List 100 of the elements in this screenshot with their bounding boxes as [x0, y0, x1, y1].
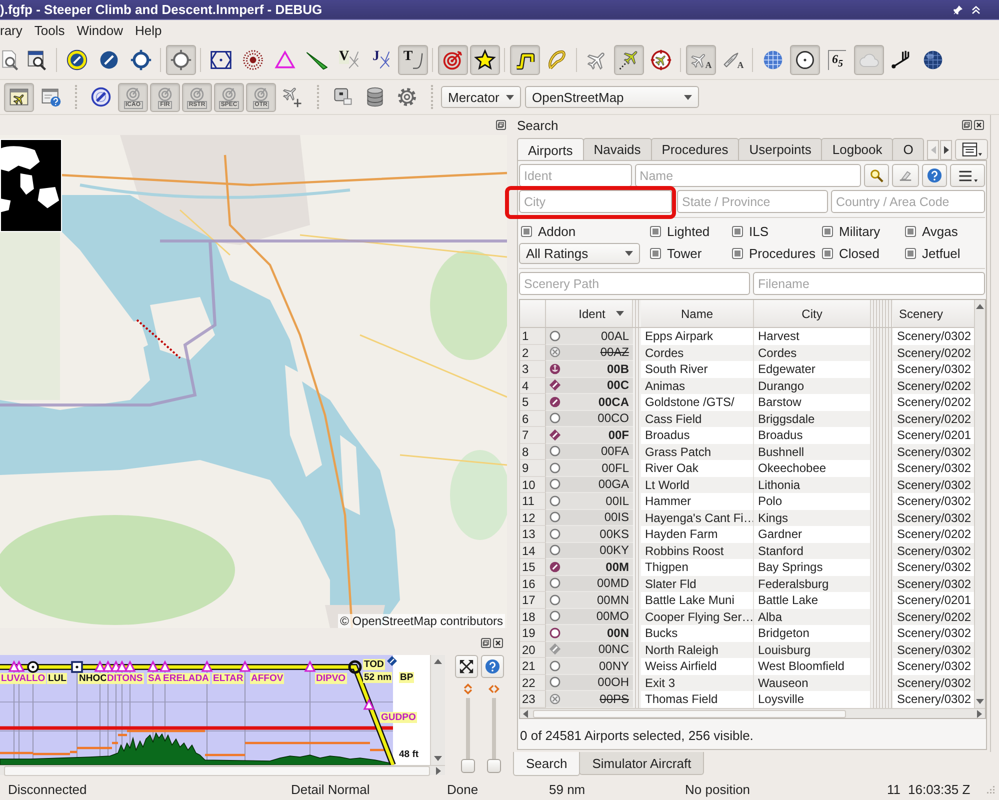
tool-button[interactable] — [864, 164, 889, 187]
column-header[interactable]: Ident — [546, 300, 633, 327]
tab[interactable]: Logbook — [821, 138, 894, 160]
ident-cell[interactable]: 00IS — [546, 510, 633, 526]
table-cell[interactable]: Bushnell — [754, 444, 871, 460]
table-cell[interactable]: Cordes — [754, 344, 871, 361]
column-header[interactable]: Name — [641, 300, 754, 327]
scroll-up-icon[interactable] — [434, 659, 442, 664]
dock-tab[interactable]: Search — [513, 752, 580, 776]
table-cell[interactable]: Lt World — [641, 476, 754, 493]
search-field[interactable]: Name — [634, 164, 861, 187]
ident-cell[interactable]: 00CA — [546, 394, 633, 410]
filter-checkbox[interactable]: Jetfuel — [903, 246, 985, 261]
pin-icon[interactable] — [953, 4, 963, 14]
table-cell[interactable]: Animas — [641, 378, 754, 394]
search-field[interactable]: Ident — [519, 164, 632, 187]
ident-cell[interactable]: 00M — [546, 559, 633, 576]
table-cell[interactable]: Scenery/0302 — [893, 642, 974, 658]
table-cell[interactable]: Durango — [754, 378, 871, 394]
menu-item[interactable]: Window — [70, 23, 129, 38]
close-icon[interactable] — [974, 120, 984, 130]
search-field[interactable]: State / Province — [677, 190, 828, 213]
checkbox[interactable] — [732, 226, 743, 236]
close-icon[interactable] — [493, 638, 503, 648]
search-field[interactable]: Filename — [753, 272, 985, 295]
ident-cell[interactable]: 00CO — [546, 410, 633, 427]
table-cell[interactable]: Louisburg — [754, 642, 871, 658]
filter-checkbox[interactable]: Lighted — [648, 224, 730, 238]
ident-cell[interactable]: 00N — [546, 625, 633, 642]
table-cell[interactable]: Cordes — [641, 344, 754, 361]
table-cell[interactable]: Stanford — [754, 542, 871, 559]
ident-cell[interactable]: 00GA — [546, 476, 633, 493]
ident-cell[interactable]: 00C — [546, 378, 633, 394]
search-field[interactable]: Scenery Path — [519, 272, 750, 295]
table-cell[interactable]: Scenery/0302 — [893, 444, 974, 460]
filter-checkbox[interactable]: Military — [820, 224, 903, 238]
tab-scroll-button[interactable] — [940, 140, 952, 160]
scroll-up-icon[interactable] — [976, 304, 984, 309]
table-cell[interactable]: Alba — [754, 608, 871, 625]
table-cell[interactable]: Wauseon — [754, 674, 871, 691]
ident-cell[interactable]: 00F — [546, 427, 633, 444]
tab[interactable]: Userpoints — [738, 138, 822, 160]
ident-cell[interactable]: 00OH — [546, 674, 633, 691]
ident-cell[interactable]: 00KS — [546, 526, 633, 542]
ident-cell[interactable]: 00B — [546, 361, 633, 378]
table-cell[interactable]: Cass Field — [641, 410, 754, 427]
scroll-left-icon[interactable] — [523, 710, 528, 718]
collapse-icon[interactable] — [971, 4, 981, 14]
column-header[interactable]: Scenery — [893, 300, 974, 327]
table-cell[interactable]: Slater Fld — [641, 576, 754, 592]
ident-cell[interactable]: 00FA — [546, 444, 633, 460]
table-cell[interactable]: Robbins Roost — [641, 542, 754, 559]
toolbar-button[interactable] — [4, 82, 34, 112]
table-cell[interactable]: Cooper Flying Ser… — [641, 608, 754, 625]
ident-cell[interactable]: 00NC — [546, 642, 633, 658]
scrollbar-thumb[interactable] — [533, 710, 846, 718]
ident-cell[interactable]: 00FL — [546, 460, 633, 476]
dropdown[interactable]: Mercator — [441, 86, 521, 108]
filter-checkbox[interactable]: Procedures — [730, 246, 820, 261]
toolbar-button[interactable]: T — [398, 45, 428, 75]
table-cell[interactable]: Scenery/0302 — [893, 476, 974, 493]
float-icon[interactable] — [496, 120, 506, 130]
checkbox[interactable] — [650, 226, 661, 236]
dropdown[interactable]: All Ratings — [519, 243, 640, 264]
checkbox[interactable] — [905, 226, 916, 236]
checkbox[interactable] — [650, 248, 661, 259]
toolbar-button[interactable] — [470, 45, 500, 75]
filter-checkbox[interactable]: Addon — [519, 224, 648, 238]
ident-cell[interactable]: 00AZ — [546, 344, 633, 361]
checkbox[interactable] — [822, 226, 833, 236]
size-grip-icon[interactable] — [985, 784, 995, 794]
tool-button[interactable] — [892, 164, 919, 187]
toolbar-button[interactable] — [790, 45, 820, 75]
table-cell[interactable]: Lithonia — [754, 476, 871, 493]
filter-checkbox[interactable]: Tower — [648, 246, 730, 261]
table-cell[interactable]: North Raleigh — [641, 642, 754, 658]
dropdown[interactable]: OpenStreetMap — [525, 86, 699, 108]
slider-handle[interactable] — [461, 759, 475, 773]
table-cell[interactable]: Scenery/0202 — [893, 344, 974, 361]
tab[interactable]: O — [892, 138, 924, 160]
table-cell[interactable]: Scenery/0202 — [893, 608, 974, 625]
ident-cell[interactable]: 00MO — [546, 608, 633, 625]
slider-handle[interactable] — [487, 759, 501, 773]
filter-checkbox[interactable]: Closed — [820, 246, 903, 261]
dock-tab[interactable]: Simulator Aircraft — [579, 752, 704, 775]
search-field[interactable]: Country / Area Code — [831, 190, 985, 213]
toolbar-button[interactable]: A — [718, 45, 748, 75]
scrollbar[interactable] — [974, 300, 985, 708]
menu-button[interactable] — [950, 164, 985, 187]
tab[interactable]: Procedures — [650, 138, 740, 160]
search-field[interactable]: City — [519, 190, 672, 213]
scrollbar[interactable] — [430, 655, 445, 765]
ident-cell[interactable]: 00KY — [546, 542, 633, 559]
float-icon[interactable] — [481, 638, 491, 648]
toolbar-button[interactable]: A — [686, 45, 716, 75]
fit-button[interactable] — [455, 655, 478, 678]
table-cell[interactable]: Scenery/0302 — [893, 510, 974, 526]
tab-list-button[interactable] — [955, 139, 988, 160]
table-cell[interactable]: Scenery/0202 — [893, 378, 974, 394]
toolbar-button[interactable]: J — [366, 45, 396, 75]
